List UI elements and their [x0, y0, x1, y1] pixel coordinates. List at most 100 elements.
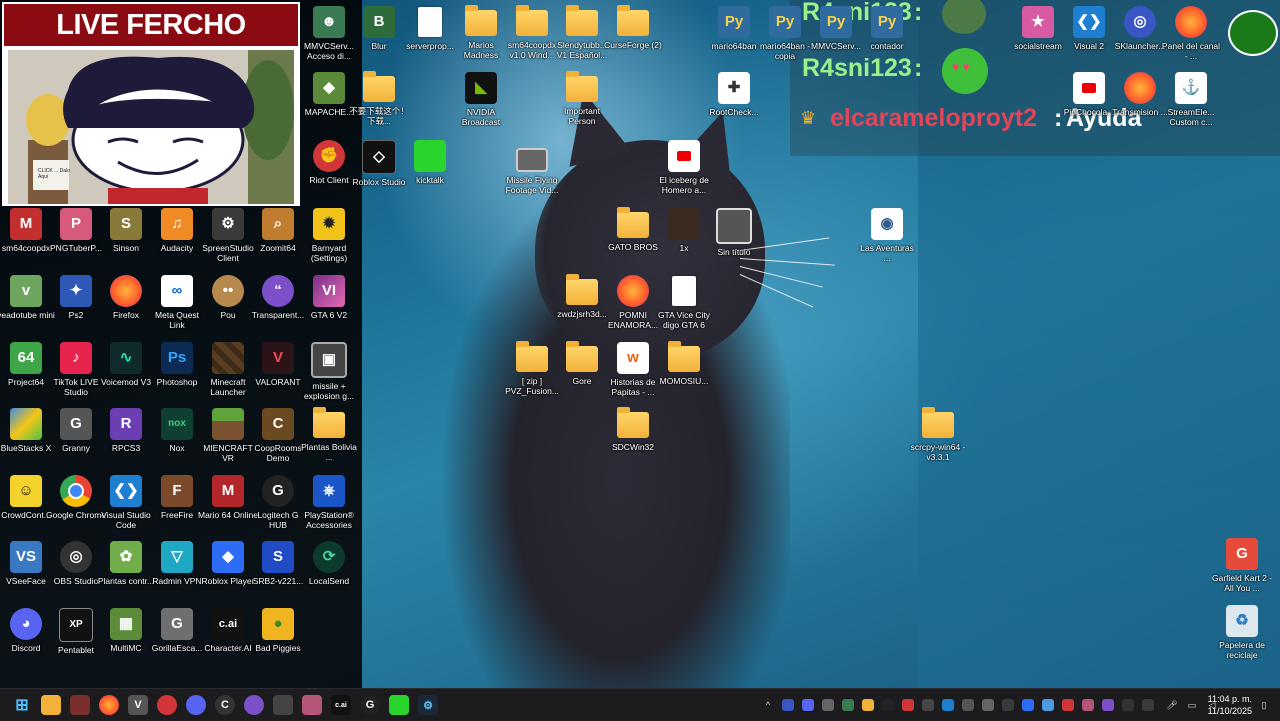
tray-app-icon[interactable]: [1102, 699, 1114, 711]
desktop-icon[interactable]: ⟳ LocalSend: [299, 541, 359, 586]
desktop-icon[interactable]: ◉ Las Aventuras ...: [857, 208, 917, 263]
folder-icon: [465, 5, 497, 36]
desktop-icon[interactable]: Panel del canal - ...: [1161, 6, 1221, 61]
socialstream-icon: ★: [1022, 6, 1054, 38]
app-icon[interactable]: V: [128, 695, 148, 715]
steam-icon[interactable]: ⚙: [418, 695, 438, 715]
riot-icon: ✊: [313, 140, 345, 172]
emote-icon: [942, 0, 986, 34]
desktop-icon[interactable]: VI GTA 6 V2: [299, 275, 359, 320]
desktop-icon[interactable]: ● Bad Piggies: [248, 608, 308, 653]
clock-time: 11:04 p. m.: [1207, 694, 1252, 704]
sinson-icon: S: [110, 208, 142, 240]
tray-app-icon[interactable]: [1142, 699, 1154, 711]
desktop-icon[interactable]: G Garfield Kart 2 - All You ...: [1212, 538, 1272, 593]
image-icon: [716, 208, 752, 244]
folder-icon: [566, 274, 598, 305]
tray-app-icon[interactable]: [782, 699, 794, 711]
tray-app-icon[interactable]: [822, 699, 834, 711]
roblox-studio-icon: ◇: [362, 140, 396, 174]
app-icon[interactable]: [157, 695, 177, 715]
kick-icon[interactable]: [389, 695, 409, 715]
desktop-icon[interactable]: ✹ Barnyard (Settings): [299, 208, 359, 263]
tray-app-icon[interactable]: [882, 699, 894, 711]
desktop-icon[interactable]: kicktalk: [400, 140, 460, 185]
desktop-icon[interactable]: GTA Vice City digo GTA 6: [654, 275, 714, 330]
green-blob-icon: [1228, 10, 1278, 56]
desktop-icon[interactable]: scrcpy-win64 -v3.3.1: [908, 407, 968, 462]
chat-bubble-icon[interactable]: [244, 695, 264, 715]
recycle-bin-icon: ♻: [1226, 605, 1258, 637]
sklauncher-icon: ◎: [1124, 6, 1156, 38]
chrome-icon: [60, 475, 92, 507]
app-icon[interactable]: [302, 695, 322, 715]
logitech-icon[interactable]: G: [360, 695, 380, 715]
network-icon[interactable]: ▭: [1186, 699, 1198, 711]
desktop-icon[interactable]: Plantas Bolivia ...: [299, 407, 359, 462]
notifications-icon[interactable]: ▯: [1258, 699, 1270, 711]
clock[interactable]: 11:04 p. m. 11/10/2025: [1208, 693, 1252, 717]
desktop-icon[interactable]: ⎈ PlayStation® Accessories: [299, 475, 359, 530]
bluestacks-icon: [10, 408, 42, 440]
desktop-icon[interactable]: Py contador: [857, 6, 917, 51]
firefox-icon[interactable]: [99, 695, 119, 715]
tray-app-icon[interactable]: [942, 699, 954, 711]
file-explorer-icon[interactable]: [41, 695, 61, 715]
app-icon[interactable]: C: [215, 695, 235, 715]
tray-app-icon[interactable]: [802, 699, 814, 711]
desktop-icon[interactable]: CurseForge (2): [603, 5, 663, 50]
chat-username: elcarameloproyt2: [830, 104, 1038, 132]
desktop-icon[interactable]: MOMOSIU...: [654, 341, 714, 386]
tray-app-icon[interactable]: [962, 699, 974, 711]
crowdcontrol-icon: ☺: [10, 475, 42, 507]
tray-app-icon[interactable]: [1062, 699, 1074, 711]
tray-app-icon[interactable]: [1082, 699, 1094, 711]
desktop-icon[interactable]: El iceberg de Homero a...: [654, 140, 714, 195]
discord-icon[interactable]: [186, 695, 206, 715]
desktop-icon[interactable]: Sin título: [704, 208, 764, 257]
app-icon[interactable]: [273, 695, 293, 715]
folder-icon: [617, 207, 649, 238]
bluetooth-icon[interactable]: [1042, 699, 1054, 711]
garfield-icon: G: [1226, 538, 1258, 570]
webcam-overlay: LIVE FERCHO REACTION CLICK ... Dalo Aqui: [2, 2, 300, 206]
photoshop-icon: Ps: [161, 342, 193, 374]
folder-icon: [566, 341, 598, 372]
project64-icon: 64: [10, 342, 42, 374]
desktop-icon[interactable]: ◣ NVIDIA Broadcast: [451, 72, 511, 127]
characterai-icon[interactable]: c.ai: [331, 695, 351, 715]
tray-app-icon[interactable]: [902, 699, 914, 711]
stream-title: LIVE FERCHO REACTION: [4, 4, 298, 83]
app-icon[interactable]: [70, 695, 90, 715]
desktop-icon[interactable]: Important Person: [552, 71, 612, 126]
desktop-icon[interactable]: ♻ Papelera de reciclaje: [1212, 605, 1272, 660]
veadotube-icon: v: [10, 275, 42, 307]
vscode-icon: ❮❯: [110, 475, 142, 507]
heart-eyes-icon: ♥ ♥: [952, 60, 970, 74]
voicemod-icon: ∿: [110, 342, 142, 374]
desktop-icon[interactable]: ▣ missile + explosion g...: [299, 342, 359, 401]
tray-app-icon[interactable]: [862, 699, 874, 711]
microphone-icon[interactable]: 🎤︎: [1166, 699, 1178, 711]
rootcheck-icon: ✚: [718, 72, 750, 104]
kick-icon: [414, 140, 446, 172]
tray-app-icon[interactable]: [982, 699, 994, 711]
folder-icon: [566, 5, 598, 36]
desktop-icon[interactable]: ✚ RootCheck...: [704, 72, 764, 117]
desktop-icon[interactable]: SDCWin32: [603, 407, 663, 452]
multimc-icon: ▦: [110, 608, 142, 640]
tray-app-icon[interactable]: [1022, 699, 1034, 711]
tray-app-icon[interactable]: [1122, 699, 1134, 711]
vseeface-icon: VS: [10, 541, 42, 573]
tray-app-icon[interactable]: [842, 699, 854, 711]
desktop-icon[interactable]: Missile Flying Footage Vid...: [502, 148, 562, 195]
chevron-up-icon[interactable]: ^: [762, 699, 774, 711]
desktop-icon[interactable]: ⚓ StreamEle... Custom c...: [1161, 72, 1221, 127]
freefire-icon: F: [161, 475, 193, 507]
desktop-icon[interactable]: 不要下载这个！下载...: [349, 71, 409, 126]
firefox-icon: [1124, 72, 1156, 104]
tray-app-icon[interactable]: [1002, 699, 1014, 711]
youtube-icon: [1073, 72, 1105, 104]
start-button[interactable]: ⊞: [12, 695, 32, 715]
tray-app-icon[interactable]: [922, 699, 934, 711]
